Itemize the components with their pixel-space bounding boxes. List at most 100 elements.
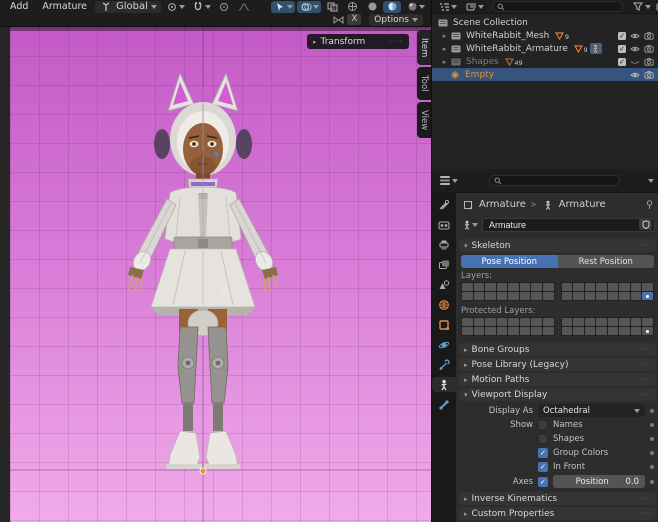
panel-grip-icon[interactable]: ···· [639,360,651,369]
armature-layer-toggle[interactable] [520,327,531,335]
outliner-row-whiterabbit-mesh[interactable]: ▸ WhiteRabbit_Mesh 9 ✓ [432,29,658,42]
outliner-search[interactable] [492,1,623,12]
armature-layer-toggle[interactable] [608,283,619,291]
armature-layer-toggle[interactable] [608,318,619,326]
outliner-row-whiterabbit-armature[interactable]: ▸ WhiteRabbit_Armature 9 ✓ [432,42,658,55]
tab-view[interactable]: View [417,102,431,138]
exclude-checkbox[interactable]: ✓ [618,45,626,53]
outliner-search-input[interactable] [508,2,618,11]
outliner-row-empty[interactable]: Empty [432,68,658,81]
animate-dot[interactable] [650,451,654,455]
animate-dot[interactable] [650,480,654,484]
panel-grip-icon[interactable]: ···· [639,241,651,250]
fake-user-shield-icon[interactable] [639,219,652,230]
armature-data-icon[interactable] [590,43,602,54]
armature-layer-toggle[interactable] [474,283,485,291]
armature-layer-toggle[interactable] [642,327,653,335]
outliner-row-scene-collection[interactable]: Scene Collection [432,16,658,29]
armature-layer-toggle[interactable] [497,283,508,291]
mirror-x-toggle[interactable]: X [347,14,361,25]
viewport-canvas[interactable]: ▸ Transform ···· Item Tool View [10,27,431,522]
filter-dropdown[interactable] [629,1,653,13]
editor-type-dropdown[interactable] [435,1,459,13]
proportional-editing-toggle[interactable] [215,1,233,13]
eye-icon[interactable] [630,45,640,53]
tab-object-constraints[interactable] [432,357,456,372]
armature-layer-toggle[interactable] [585,318,596,326]
eye-closed-icon[interactable] [630,58,640,66]
panel-grip-icon[interactable]: ···· [639,390,651,399]
shading-rendered-button[interactable] [403,1,427,13]
armature-layer-toggle[interactable] [585,292,596,300]
show-gizmo-toggle[interactable] [271,1,295,13]
armature-name-input[interactable] [489,220,639,230]
object-origin-dot[interactable] [200,468,206,474]
armature-layer-toggle[interactable] [543,318,554,326]
armature-layer-toggle[interactable] [520,283,531,291]
display-mode-dropdown[interactable] [462,1,486,13]
armature-layer-toggle[interactable] [462,318,473,326]
shading-material-button[interactable] [383,1,401,13]
armature-name-field[interactable] [482,218,655,232]
tab-tool[interactable] [432,197,456,212]
camera-icon[interactable] [644,70,654,79]
armature-layer-toggle[interactable] [631,318,642,326]
panel-header-viewport-display[interactable]: ▾ Viewport Display ···· [459,388,656,401]
breadcrumb-data[interactable]: Armature [559,199,606,210]
armature-layer-toggle[interactable] [543,283,554,291]
menu-add[interactable]: Add [4,0,34,13]
proportional-falloff-dropdown[interactable] [235,1,253,13]
armature-layer-toggle[interactable] [497,318,508,326]
armature-layer-toggle[interactable] [631,292,642,300]
eye-icon[interactable] [630,71,640,79]
camera-icon[interactable] [644,44,654,53]
panel-header-pose-library[interactable]: ▸ Pose Library (Legacy) ···· [459,358,656,371]
armature-layer-toggle[interactable] [485,327,496,335]
armature-layer-toggle[interactable] [585,327,596,335]
armature-layer-toggle[interactable] [485,318,496,326]
tab-object[interactable] [432,317,456,332]
tab-physics[interactable] [432,337,456,352]
armature-layer-toggle[interactable] [562,292,573,300]
armature-layer-toggle[interactable] [508,318,519,326]
breadcrumb-object[interactable]: Armature [479,199,526,210]
armature-layer-toggle[interactable] [520,292,531,300]
armature-layer-toggle[interactable] [631,283,642,291]
tab-render[interactable] [432,217,456,232]
armature-layer-toggle[interactable] [485,283,496,291]
armature-layer-toggle[interactable] [573,327,584,335]
expand-arrow-icon[interactable]: ▸ [440,58,449,66]
tab-view-layer[interactable] [432,257,456,272]
id-type-dropdown[interactable] [460,218,480,232]
panel-grip-icon[interactable]: ···· [639,345,651,354]
expand-arrow-icon[interactable]: ▸ [440,45,449,53]
panel-grip-icon[interactable]: ···· [639,494,651,503]
exclude-checkbox[interactable]: ✓ [618,58,626,66]
pin-icon[interactable] [645,200,654,210]
armature-layer-toggle[interactable] [596,283,607,291]
tab-item[interactable]: Item [417,30,431,65]
armature-layer-toggle[interactable] [531,283,542,291]
armature-layer-toggle[interactable] [497,292,508,300]
armature-layer-toggle[interactable] [562,318,573,326]
armature-layer-toggle[interactable] [462,327,473,335]
display-as-dropdown[interactable]: Octahedral [538,404,645,417]
snap-toggle[interactable] [189,1,213,13]
editor-type-dropdown[interactable] [436,175,460,187]
camera-icon[interactable] [644,57,654,66]
rest-position-button[interactable]: Rest Position [558,255,655,268]
armature-layer-toggle[interactable] [485,292,496,300]
armature-layer-toggle[interactable] [642,283,653,291]
pivot-point-dropdown[interactable] [163,1,187,13]
shapes-checkbox[interactable] [538,434,548,444]
armature-layer-toggle[interactable] [619,318,630,326]
armature-layer-toggle[interactable] [596,292,607,300]
armature-layer-toggle[interactable] [531,318,542,326]
armature-layer-toggle[interactable] [474,292,485,300]
exclude-checkbox[interactable]: ✓ [618,32,626,40]
armature-layer-toggle[interactable] [573,318,584,326]
armature-layer-toggle[interactable] [642,318,653,326]
armature-layer-toggle[interactable] [619,292,630,300]
3d-viewport[interactable]: ▸ Transform ···· Item Tool View [0,27,431,522]
armature-layer-toggle[interactable] [474,327,485,335]
